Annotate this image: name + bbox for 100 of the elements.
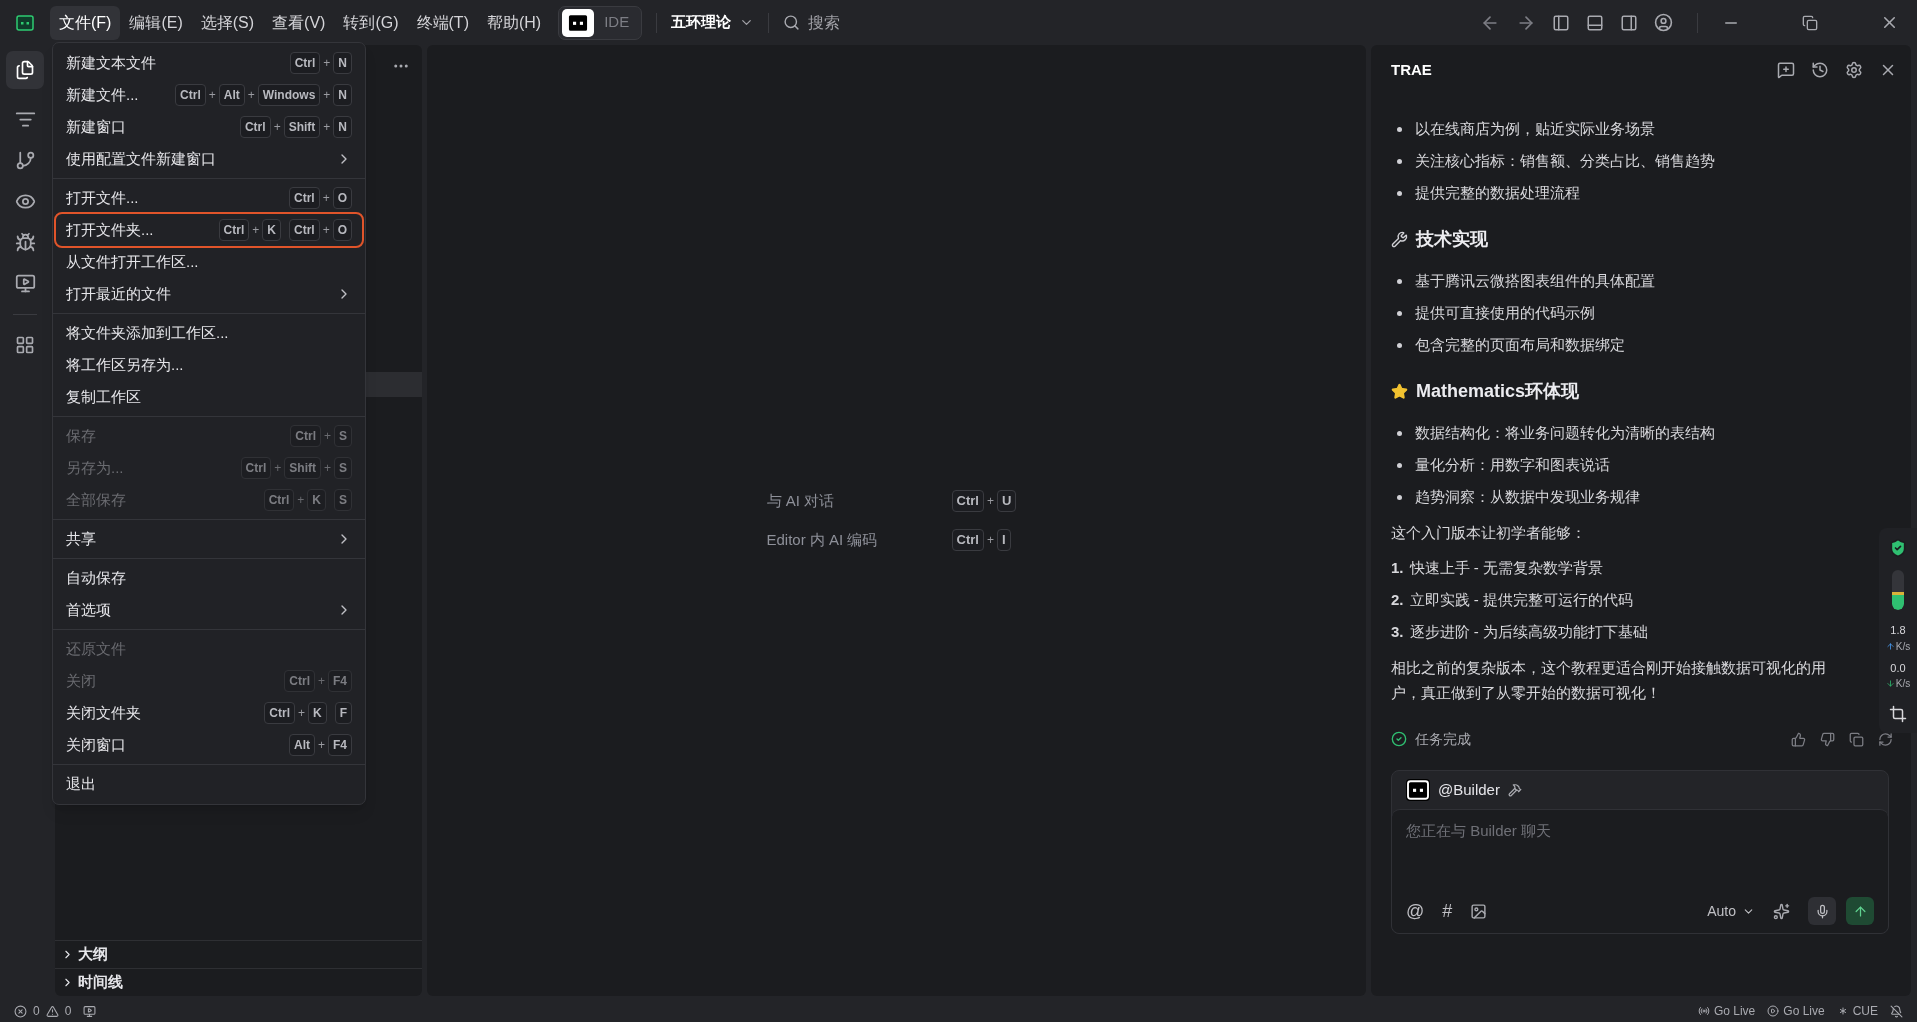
menu-item[interactable]: 从文件打开工作区... — [56, 246, 362, 278]
new-chat-icon[interactable] — [1777, 61, 1795, 79]
menu-item-label: 自动保存 — [66, 567, 126, 588]
task-status: 任务完成 — [1415, 729, 1471, 749]
menu-item[interactable]: 退出 — [56, 768, 362, 800]
plus-sign: + — [323, 55, 331, 72]
menu-item[interactable]: 将工作区另存为... — [56, 349, 362, 381]
sidebar-section-header[interactable]: 大纲 — [55, 940, 422, 968]
thumbs-down-icon[interactable] — [1820, 731, 1835, 747]
menu-item[interactable]: 新建文本文件 Ctrl + N — [56, 47, 362, 79]
search-input[interactable]: 搜索 — [808, 10, 929, 35]
crop-icon[interactable] — [1889, 705, 1907, 723]
search-field[interactable]: 搜索 — [783, 10, 929, 35]
keycap: O — [332, 219, 352, 241]
keycap: S — [334, 489, 352, 511]
menu-item[interactable]: 自动保存 — [56, 562, 362, 594]
chat-input[interactable]: 您正在与 Builder 聊天 — [1392, 809, 1888, 889]
refresh-icon[interactable] — [1878, 731, 1893, 747]
sparkle-icon[interactable] — [1773, 902, 1790, 920]
plus-sign: + — [323, 428, 331, 445]
restore-icon[interactable] — [1802, 14, 1818, 31]
account-icon[interactable] — [1654, 13, 1673, 32]
debug-icon[interactable] — [14, 232, 36, 253]
image-icon[interactable] — [1470, 902, 1488, 920]
hint-label: Editor 内 AI 编码 — [766, 529, 879, 550]
menu-bar-item[interactable]: 查看(V) — [263, 5, 335, 40]
send-button[interactable] — [1846, 897, 1874, 925]
menu-bar-item[interactable]: 选择(S) — [191, 5, 264, 40]
menu-bar-item[interactable]: 编辑(E) — [120, 5, 192, 40]
mic-button[interactable] — [1808, 897, 1836, 925]
bullet-icon — [1397, 494, 1402, 500]
error-icon[interactable] — [14, 1004, 27, 1018]
thumbs-up-icon[interactable] — [1791, 731, 1806, 747]
terminal-icon[interactable] — [83, 1004, 97, 1018]
copy-icon[interactable] — [1849, 731, 1864, 747]
menu-item[interactable]: 新建文件... Ctrl + Alt + Windows + N — [56, 79, 362, 111]
keycap: Shift — [283, 116, 321, 138]
error-count[interactable]: 0 — [33, 1002, 40, 1020]
menu-item[interactable]: 新建窗口 Ctrl + Shift + N — [56, 111, 362, 143]
menu-bar-item[interactable]: 终端(T) — [407, 5, 478, 40]
numbered-text: 逐步进阶 - 为后续高级功能打下基础 — [1409, 621, 1648, 642]
plus-sign: + — [297, 705, 305, 722]
insert-button[interactable]: @ — [1406, 897, 1425, 925]
menu-item[interactable]: 将文件夹添加到工作区... — [56, 317, 362, 349]
menu-bar-item[interactable]: 帮助(H) — [477, 5, 551, 40]
menu-item-label: 打开文件夹... — [66, 219, 154, 240]
left-panel-icon[interactable] — [1552, 13, 1570, 32]
keycap: Ctrl — [289, 52, 321, 74]
bullet-text: 包含完整的页面布局和数据绑定 — [1415, 334, 1625, 355]
monitor-icon[interactable] — [14, 273, 36, 294]
app-logo-icon — [1406, 780, 1430, 800]
project-selector[interactable]: 五环理论 — [671, 11, 755, 34]
bullet-icon — [1397, 342, 1402, 348]
keycap: Ctrl — [288, 187, 320, 209]
insert-button[interactable]: # — [1442, 897, 1453, 925]
upload-speed: 1.8 — [1890, 623, 1906, 638]
menu-bar-item[interactable]: 文件(F) — [50, 5, 121, 40]
menu-item[interactable]: 首选项 — [56, 594, 362, 626]
bottom-panel-icon[interactable] — [1586, 13, 1604, 32]
menu-item-label: 退出 — [66, 773, 96, 794]
star-icon — [1391, 382, 1408, 400]
model-selector[interactable]: Auto — [1707, 900, 1755, 922]
menu-bar-item[interactable]: 转到(G) — [334, 5, 408, 40]
bell-icon[interactable] — [1890, 1004, 1903, 1018]
keycap: Shift — [284, 457, 321, 479]
history-icon[interactable] — [1811, 61, 1829, 79]
right-panel-icon[interactable] — [1620, 13, 1638, 32]
bullet-text: 提供可直接使用的代码示例 — [1415, 302, 1595, 323]
files-icon[interactable] — [15, 60, 35, 80]
tools-icon — [1507, 783, 1522, 797]
bullet-icon — [1397, 310, 1402, 316]
branch-icon[interactable] — [14, 150, 36, 171]
warning-count[interactable]: 0 — [64, 1002, 72, 1020]
bullet-icon — [1397, 126, 1402, 132]
status-item[interactable]: CUE — [1852, 1002, 1878, 1020]
menu-item[interactable]: 打开最近的文件 — [56, 278, 362, 310]
shield-icon — [1888, 538, 1908, 558]
settings-icon[interactable] — [1845, 61, 1863, 79]
keycap: Ctrl — [263, 489, 295, 511]
bullet-icon — [1397, 278, 1402, 284]
extensions-icon[interactable] — [15, 335, 35, 355]
menu-item[interactable]: 关闭文件夹 Ctrl + K F — [56, 697, 362, 729]
menu-item[interactable]: 共享 — [56, 523, 362, 555]
menu-item-label: 关闭文件夹 — [66, 702, 141, 723]
list-number: 1. — [1391, 557, 1404, 578]
status-item[interactable]: Go Live — [1713, 1002, 1756, 1020]
warning-icon[interactable] — [45, 1004, 59, 1018]
menu-item[interactable]: 关闭窗口 Alt + F4 — [56, 729, 362, 761]
menu-item-label: 关闭 — [66, 670, 96, 691]
agent-name[interactable]: @Builder — [1438, 778, 1500, 802]
menu-item-label: 新建文本文件 — [66, 52, 156, 73]
menu-item[interactable]: 使用配置文件新建窗口 — [56, 143, 362, 175]
status-item[interactable]: Go Live — [1783, 1002, 1825, 1020]
menu-item[interactable]: 打开文件... Ctrl + O — [56, 182, 362, 214]
menu-item[interactable]: 复制工作区 — [56, 381, 362, 413]
bullet-icon — [1397, 158, 1402, 164]
menu-item-label: 保存 — [66, 425, 96, 446]
bullet-icon — [1397, 190, 1402, 196]
menu-item[interactable]: 打开文件夹... Ctrl + K Ctrl + O — [56, 214, 362, 246]
sidebar-section-header[interactable]: 时间线 — [55, 968, 422, 996]
